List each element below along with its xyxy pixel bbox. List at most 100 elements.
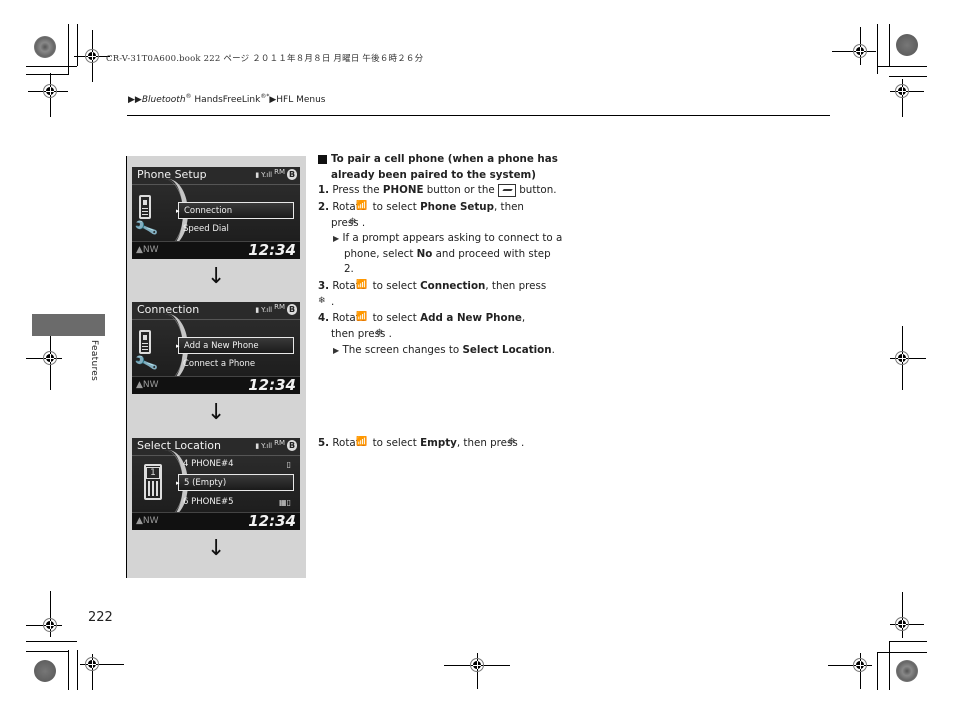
- crop-mark: [889, 641, 890, 690]
- phone-slot-icon: 1: [144, 464, 162, 500]
- step-number: 4.: [318, 311, 330, 324]
- crop-mark: [26, 74, 69, 75]
- phone-status-icon: ▯: [286, 460, 291, 469]
- step-text: press: [331, 216, 362, 229]
- screen-flow-panel: Phone Setup ▮ Y.ıll RM B 🔧 Connection Sp…: [126, 156, 306, 578]
- compass-heading: ▲NW: [136, 245, 159, 255]
- color-bar-disc: [896, 34, 918, 56]
- note-arrow-icon: ▶: [333, 345, 340, 355]
- screen-select-location: Select Location ▮ Y.ıll RM B 1 4 PHONE#4…: [132, 438, 300, 530]
- crop-mark: [77, 24, 78, 66]
- registered-mark: ®*: [260, 93, 270, 100]
- clock: 12:34: [248, 241, 296, 259]
- step-text: , then: [493, 200, 524, 213]
- screen-footer: ▲NW 12:34: [132, 376, 300, 394]
- breadcrumb-bluetooth[interactable]: Bluetooth: [142, 95, 186, 105]
- step-text: , then press: [485, 279, 547, 292]
- screen-footer: ▲NW 12:34: [132, 512, 300, 530]
- screen-body: 🔧 Connection Speed Dial: [132, 179, 300, 247]
- menu-item-label: Add a New Phone: [184, 341, 259, 351]
- crop-mark: [889, 24, 890, 66]
- slot-number: 1: [146, 467, 160, 479]
- crop-mark: [877, 652, 878, 690]
- screen-body: 1 4 PHONE#4 ▯ 5 (Empty) 6 PHONE#5 ▦▯: [132, 450, 300, 518]
- phone-label: PHONE: [382, 184, 424, 196]
- flow-arrow-down-icon: ↓: [207, 400, 226, 425]
- step-text: Press the: [332, 184, 383, 196]
- section-tab[interactable]: [32, 314, 105, 336]
- menu-item-label: Speed Dial: [183, 224, 229, 234]
- print-info: CR-V-31T0A600.book 222 ページ ２０１１年８月８日 月曜日…: [106, 54, 424, 64]
- crop-mark: [889, 76, 927, 77]
- crop-mark: [26, 651, 69, 652]
- step-4-note: ▶ The screen changes to Select Location.: [318, 343, 563, 359]
- step-5: 5. Rotate 📶 to select Empty, then press …: [318, 436, 525, 449]
- flow-arrow-down-icon: ↓: [207, 536, 226, 561]
- roam-indicator: RM: [274, 167, 285, 176]
- menu-item-connection[interactable]: Connection: [176, 202, 294, 220]
- screen-body: 🔧 Add a New Phone Connect a Phone: [132, 314, 300, 382]
- breadcrumb-arrows: ▶▶: [128, 95, 142, 105]
- breadcrumb-handsfreelink[interactable]: HandsFreeLink: [192, 95, 260, 105]
- breadcrumb-hfl-menus[interactable]: HFL Menus: [276, 95, 325, 105]
- signal-icon: Y.ıll: [261, 305, 273, 314]
- crop-mark: [68, 650, 69, 690]
- note-arrow-icon: ▶: [333, 234, 340, 243]
- menu-name: Empty: [420, 436, 457, 449]
- menu-item-add-new-phone[interactable]: Add a New Phone: [176, 337, 294, 355]
- menu-item-label: Connect a Phone: [183, 359, 256, 369]
- menu-name: Phone Setup: [420, 200, 494, 213]
- battery-icon: ▮: [255, 441, 260, 450]
- step-text: to select: [369, 200, 421, 213]
- menu-item-speed-dial[interactable]: Speed Dial: [178, 221, 294, 238]
- step-text: to select: [369, 279, 421, 292]
- step-text: button.: [515, 184, 557, 196]
- step-text: to select: [369, 311, 421, 324]
- step-2-note: ▶ If a prompt appears asking to connect …: [318, 231, 563, 278]
- bluetooth-icon: B: [287, 304, 297, 315]
- color-bar-disc: [34, 660, 56, 682]
- menu-name: Connection: [420, 279, 486, 292]
- note-text: .: [551, 343, 555, 356]
- signal-icon: Y.ıll: [261, 441, 273, 450]
- menu-item-label: 6 PHONE#5: [183, 497, 234, 507]
- section-heading: To pair a cell phone (when a phone has a…: [318, 152, 563, 183]
- step-2: 2. Rotate 📶 to select Phone Setup, then …: [318, 200, 524, 229]
- status-icons: ▮ Y.ıll RM B: [255, 303, 297, 315]
- screen-connection: Connection ▮ Y.ıll RM B 🔧 Add a New Phon…: [132, 302, 300, 394]
- menu-name: Add a New Phone: [420, 311, 522, 324]
- clock: 12:34: [248, 512, 296, 530]
- battery-icon: ▮: [255, 305, 260, 314]
- step-text: .: [521, 436, 525, 449]
- roam-indicator: RM: [274, 438, 285, 447]
- screen-phone-setup: Phone Setup ▮ Y.ıll RM B 🔧 Connection Sp…: [132, 167, 300, 259]
- step-text: button or the: [423, 184, 498, 196]
- step-text: .: [331, 295, 335, 308]
- cell-phone-icon: [139, 330, 151, 354]
- menu-item-connect-phone[interactable]: Connect a Phone: [178, 356, 294, 373]
- signal-icon: Y.ıll: [261, 170, 273, 179]
- step-number: 3.: [318, 279, 330, 292]
- step-number: 1.: [318, 184, 330, 196]
- note-bold: No: [416, 247, 433, 260]
- phone-button-icon: [497, 183, 516, 197]
- status-icons: ▮ Y.ıll RM B: [255, 167, 297, 180]
- page-number: 222: [88, 610, 113, 625]
- crop-mark: [877, 652, 927, 653]
- color-bar-disc: [896, 660, 918, 682]
- bluetooth-icon: B: [287, 440, 297, 451]
- menu-item-label: 4 PHONE#4: [183, 459, 234, 469]
- crop-mark: [26, 641, 77, 642]
- step-text: to select: [369, 436, 421, 449]
- crop-mark: [889, 641, 927, 642]
- breadcrumb: ▶▶Bluetooth® HandsFreeLink®*▶HFL Menus: [128, 93, 325, 105]
- menu-item-label: 5 (Empty): [184, 478, 227, 488]
- step-3: 3. Rotate 📶 to select Connection, then p…: [318, 279, 547, 308]
- menu-item-empty-5[interactable]: 5 (Empty): [176, 474, 294, 492]
- instructions: To pair a cell phone (when a phone has a…: [318, 152, 563, 451]
- step-4: 4. Rotate 📶 to select Add a New Phone, t…: [318, 311, 526, 340]
- menu-item-phone-4[interactable]: 4 PHONE#4 ▯: [178, 456, 294, 473]
- step-text: .: [388, 328, 392, 340]
- menu-item-phone-5[interactable]: 6 PHONE#5 ▦▯: [178, 494, 294, 511]
- clock: 12:34: [248, 376, 296, 394]
